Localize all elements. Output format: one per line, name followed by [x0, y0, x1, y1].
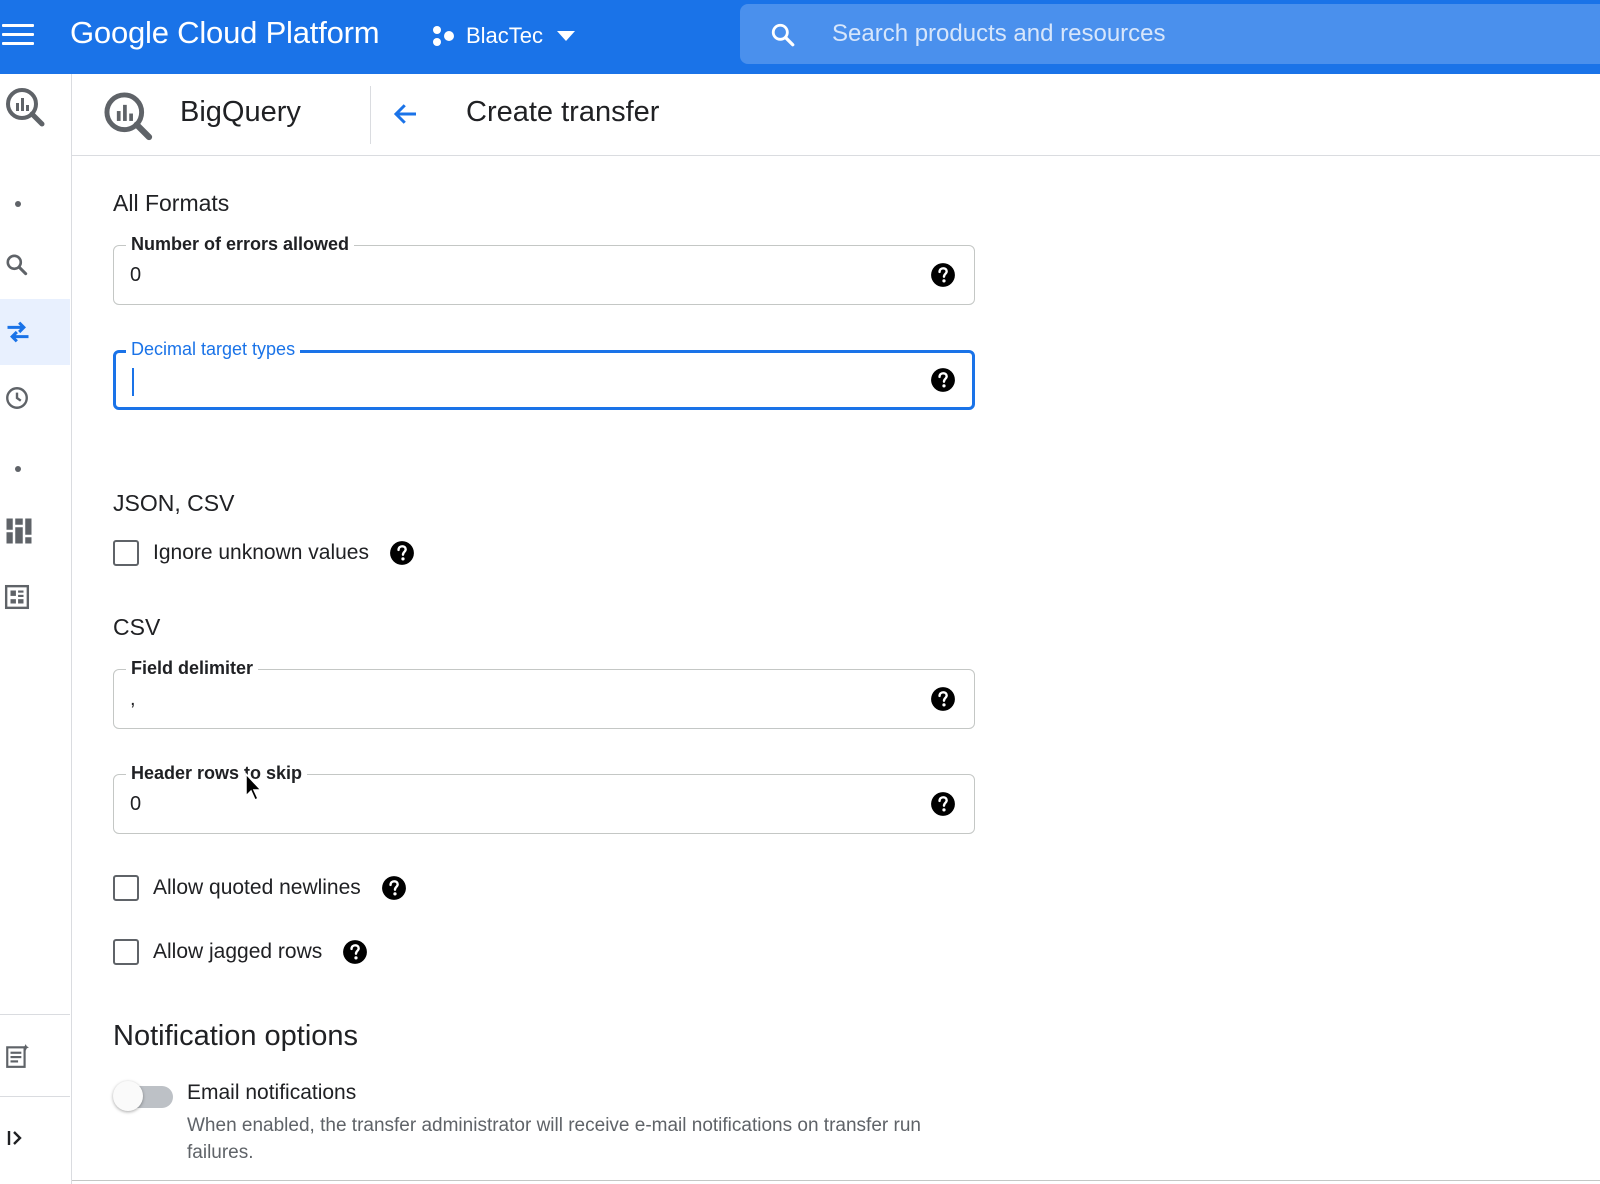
- toggle-thumb: [113, 1081, 143, 1111]
- field-delimiter-input[interactable]: [130, 685, 890, 713]
- search-icon: [771, 23, 795, 47]
- csv-heading: CSV: [113, 614, 161, 640]
- header-rows-field[interactable]: Header rows to skip: [113, 763, 975, 834]
- page-header: BigQuery Create transfer: [72, 74, 1600, 156]
- arrow-back-icon: [393, 104, 416, 124]
- dashboard-icon[interactable]: [0, 498, 70, 564]
- bigquery-logo-icon[interactable]: [0, 74, 70, 140]
- project-selector[interactable]: BlacTec: [432, 18, 576, 54]
- email-notifications-toggle[interactable]: [113, 1079, 175, 1113]
- jagged-rows-row: Allow jagged rows: [113, 937, 368, 967]
- help-icon[interactable]: [930, 791, 956, 817]
- field-label: Decimal target types: [126, 339, 301, 360]
- chevron-down-icon: [557, 31, 576, 41]
- all-formats-heading: All Formats: [113, 190, 230, 216]
- search-box[interactable]: [740, 4, 1600, 64]
- checkbox-label: Allow quoted newlines: [153, 876, 361, 899]
- checkbox-label: Ignore unknown values: [153, 541, 369, 564]
- errors-allowed-field[interactable]: Number of errors allowed: [113, 234, 975, 305]
- nav-dot: [15, 201, 21, 207]
- platform-title[interactable]: Google Cloud Platform: [70, 15, 380, 51]
- notification-options-heading: Notification options: [113, 1020, 359, 1052]
- project-name: BlacTec: [466, 23, 544, 48]
- page-title: Create transfer: [466, 96, 660, 128]
- decimal-target-types-field[interactable]: Decimal target types: [113, 339, 975, 410]
- analytics-hub-icon[interactable]: [0, 564, 70, 630]
- nav-divider: [0, 1014, 70, 1015]
- field-label: Field delimiter: [126, 658, 259, 679]
- header-divider: [370, 86, 371, 144]
- help-icon[interactable]: [930, 686, 956, 712]
- help-icon[interactable]: [381, 875, 407, 901]
- jagged-rows-checkbox[interactable]: [113, 939, 139, 965]
- main-menu-icon[interactable]: [0, 20, 36, 50]
- bigquery-icon: [104, 92, 153, 141]
- left-nav-rail: [0, 74, 72, 1184]
- field-label: Number of errors allowed: [126, 234, 355, 255]
- nav-divider: [0, 1096, 70, 1097]
- field-delimiter-field[interactable]: Field delimiter: [113, 658, 975, 729]
- transfers-icon[interactable]: [0, 299, 70, 365]
- search-icon[interactable]: [0, 232, 70, 298]
- footer-divider: [72, 1180, 1600, 1184]
- top-app-bar: Google Cloud Platform BlacTec: [0, 0, 1600, 74]
- quoted-newlines-row: Allow quoted newlines: [113, 873, 407, 903]
- checkbox-label: Allow jagged rows: [153, 940, 323, 963]
- email-notifications-label: Email notifications: [187, 1081, 357, 1104]
- help-icon[interactable]: [930, 367, 956, 393]
- json-csv-heading: JSON, CSV: [113, 490, 235, 516]
- help-icon[interactable]: [342, 939, 368, 965]
- release-notes-icon[interactable]: [0, 1023, 70, 1089]
- field-label: Header rows to skip: [126, 763, 308, 784]
- decimal-target-types-input[interactable]: [130, 366, 890, 394]
- product-title: BigQuery: [180, 96, 301, 128]
- search-input[interactable]: [832, 14, 1532, 54]
- errors-allowed-input[interactable]: [130, 261, 890, 289]
- help-icon[interactable]: [389, 540, 415, 566]
- back-button[interactable]: [384, 92, 428, 136]
- history-icon[interactable]: [0, 365, 70, 431]
- mouse-pointer-icon: [245, 772, 263, 802]
- email-notifications-description: When enabled, the transfer administrator…: [187, 1115, 921, 1163]
- nav-dot: [15, 466, 21, 472]
- quoted-newlines-checkbox[interactable]: [113, 875, 139, 901]
- expand-icon[interactable]: [0, 1105, 70, 1171]
- help-icon[interactable]: [930, 262, 956, 288]
- ignore-unknown-checkbox[interactable]: [113, 540, 139, 566]
- ignore-unknown-row: Ignore unknown values: [113, 538, 415, 568]
- project-icon: [433, 26, 454, 46]
